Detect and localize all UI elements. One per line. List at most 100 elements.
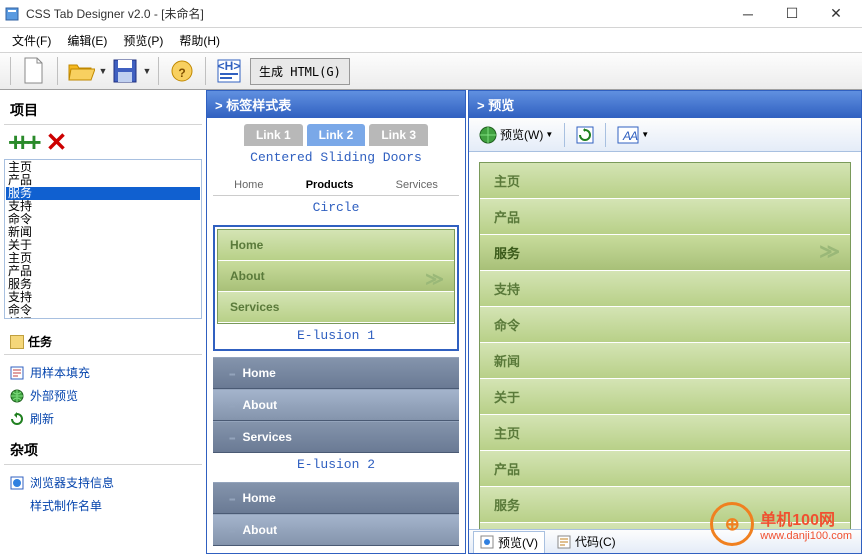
font-size-icon: AA	[617, 126, 639, 144]
new-button[interactable]	[19, 56, 49, 86]
font-size-button[interactable]: AA ▼	[612, 123, 654, 147]
add-single-button[interactable]: +	[26, 127, 41, 158]
browser-support-link[interactable]: 浏览器支持信息	[6, 471, 200, 494]
project-list-item[interactable]: 命令	[6, 213, 200, 226]
fill-sample-task[interactable]: 用样本填充	[6, 361, 200, 384]
globe-icon	[10, 389, 24, 403]
chevron-down-icon: ▼	[641, 130, 649, 139]
preview-toolbar: 预览(W) ▼ AA ▼	[469, 118, 861, 152]
selected-style-block[interactable]: HomeAboutServices E-lusion 1	[213, 225, 459, 351]
generate-icon-button[interactable]: <H>	[214, 56, 244, 86]
preview-nav-item[interactable]: 支持	[480, 523, 850, 529]
minimize-button[interactable]: ─	[726, 2, 770, 26]
style-label-csd: Centered Sliding Doors	[213, 146, 459, 169]
help-toolbar-button[interactable]: ?	[167, 56, 197, 86]
refresh-icon	[576, 126, 594, 144]
menu-edit[interactable]: 编辑(E)	[59, 30, 115, 51]
project-list-item[interactable]: 产品	[6, 265, 200, 278]
menu-file[interactable]: 文件(F)	[4, 30, 59, 51]
refresh-icon	[10, 412, 24, 426]
elusion3-sample[interactable]: HomeAbout	[213, 482, 459, 546]
preview-nav-item[interactable]: 关于	[480, 379, 850, 415]
open-dropdown[interactable]: ▼	[98, 56, 108, 86]
project-list-item[interactable]: 主页	[6, 252, 200, 265]
preview-nav-item[interactable]: 新闻	[480, 343, 850, 379]
save-button[interactable]	[110, 56, 140, 86]
close-button[interactable]: ✕	[814, 2, 858, 26]
project-section-title: 项目	[4, 96, 202, 125]
preview-nav-item[interactable]: 主页	[480, 163, 850, 199]
toolbar: ▼ ▼ ? <H> 生成 HTML(G)	[0, 52, 862, 90]
generate-html-button[interactable]: 生成 HTML(G)	[250, 58, 350, 85]
folder-open-icon	[67, 59, 95, 83]
project-list-item[interactable]: 支持	[6, 291, 200, 304]
preview-body: 主页产品服务支持命令新闻关于主页产品服务支持	[469, 152, 861, 529]
tab-preview[interactable]: 预览(V)	[473, 531, 545, 553]
svg-text:<H>: <H>	[218, 59, 241, 73]
external-preview-task[interactable]: 外部预览	[6, 384, 200, 407]
svg-text:A: A	[629, 129, 638, 143]
browser-preview-button[interactable]: 预览(W) ▼	[473, 122, 558, 148]
style-credits-link[interactable]: 样式制作名单	[6, 494, 200, 517]
titlebar: CSS Tab Designer v2.0 - [未命名] ─ ☐ ✕	[0, 0, 862, 28]
preview-panel: > 预览 预览(W) ▼ AA ▼ 主页产品服务支持命令新闻关于主页产品服务支持	[468, 90, 862, 554]
project-list-item[interactable]: 产品	[6, 174, 200, 187]
preview-nav-item[interactable]: 产品	[480, 199, 850, 235]
add-multiple-button[interactable]: ++	[8, 127, 22, 158]
preview-nav-item[interactable]: 支持	[480, 271, 850, 307]
chevron-down-icon: ▼	[545, 130, 553, 139]
project-list-item[interactable]: 关于	[6, 239, 200, 252]
tasks-icon	[10, 335, 24, 349]
save-icon	[112, 58, 138, 84]
misc-section-title: 杂项	[4, 436, 202, 465]
menu-preview[interactable]: 预览(P)	[115, 30, 171, 51]
code-tab-icon	[557, 535, 571, 549]
new-file-icon	[22, 57, 46, 85]
styles-panel: > 标签样式表 Link 1Link 2Link 3 Centered Slid…	[206, 90, 466, 554]
help-icon: ?	[170, 59, 194, 83]
project-list-item[interactable]: 命令	[6, 304, 200, 317]
link-tabs-sample[interactable]: Link 1Link 2Link 3	[213, 124, 459, 146]
preview-nav-item[interactable]: 服务	[480, 487, 850, 523]
tasks-section-title: 任务	[4, 329, 202, 355]
elusion2-sample[interactable]: HomeAboutServices	[213, 357, 459, 453]
tab-code[interactable]: 代码(C)	[551, 531, 622, 552]
project-list-item[interactable]: 新闻	[6, 226, 200, 239]
style-label-elusion2: E-lusion 2	[213, 453, 459, 476]
preview-nav-item[interactable]: 产品	[480, 451, 850, 487]
menubar: 文件(F) 编辑(E) 预览(P) 帮助(H)	[0, 28, 862, 52]
fill-sample-icon	[10, 366, 24, 380]
preview-nav-item[interactable]: 主页	[480, 415, 850, 451]
save-dropdown[interactable]: ▼	[142, 56, 152, 86]
globe-icon	[478, 125, 498, 145]
open-button[interactable]	[66, 56, 96, 86]
maximize-button[interactable]: ☐	[770, 2, 814, 26]
project-list-item[interactable]: 服务	[6, 278, 200, 291]
preview-nav-item[interactable]: 服务	[480, 235, 850, 271]
refresh-task[interactable]: 刷新	[6, 407, 200, 430]
project-list-item[interactable]: 服务	[6, 187, 200, 200]
preview-nav: 主页产品服务支持命令新闻关于主页产品服务支持	[479, 162, 851, 529]
preview-nav-item[interactable]: 命令	[480, 307, 850, 343]
project-list-item[interactable]: 新闻	[6, 317, 200, 319]
project-list-item[interactable]: 支持	[6, 200, 200, 213]
style-label-circle: Circle	[213, 196, 459, 219]
csd-tabs-sample[interactable]: HomeProductsServices	[213, 175, 459, 196]
styles-panel-title: > 标签样式表	[207, 91, 465, 118]
app-icon	[4, 6, 20, 22]
project-list[interactable]: 主页产品服务支持命令新闻关于主页产品服务支持命令新闻关于	[4, 159, 202, 319]
project-list-item[interactable]: 主页	[6, 161, 200, 174]
menu-help[interactable]: 帮助(H)	[171, 30, 228, 51]
delete-button[interactable]: ✕	[46, 127, 68, 158]
window-title: CSS Tab Designer v2.0 - [未命名]	[26, 5, 726, 22]
preview-tab-icon	[480, 535, 494, 549]
preview-panel-title: > 预览	[469, 91, 861, 118]
svg-text:?: ?	[178, 66, 185, 80]
html-icon: <H>	[216, 58, 242, 84]
style-label-elusion1: E-lusion 1	[217, 324, 455, 347]
refresh-preview-button[interactable]	[571, 123, 599, 147]
left-panel: 项目 ++ + ✕ 主页产品服务支持命令新闻关于主页产品服务支持命令新闻关于 任…	[0, 90, 206, 554]
elusion1-sample: HomeAboutServices	[217, 229, 455, 324]
preview-bottom-tabs: 预览(V) 代码(C)	[469, 529, 861, 553]
info-icon	[10, 476, 24, 490]
